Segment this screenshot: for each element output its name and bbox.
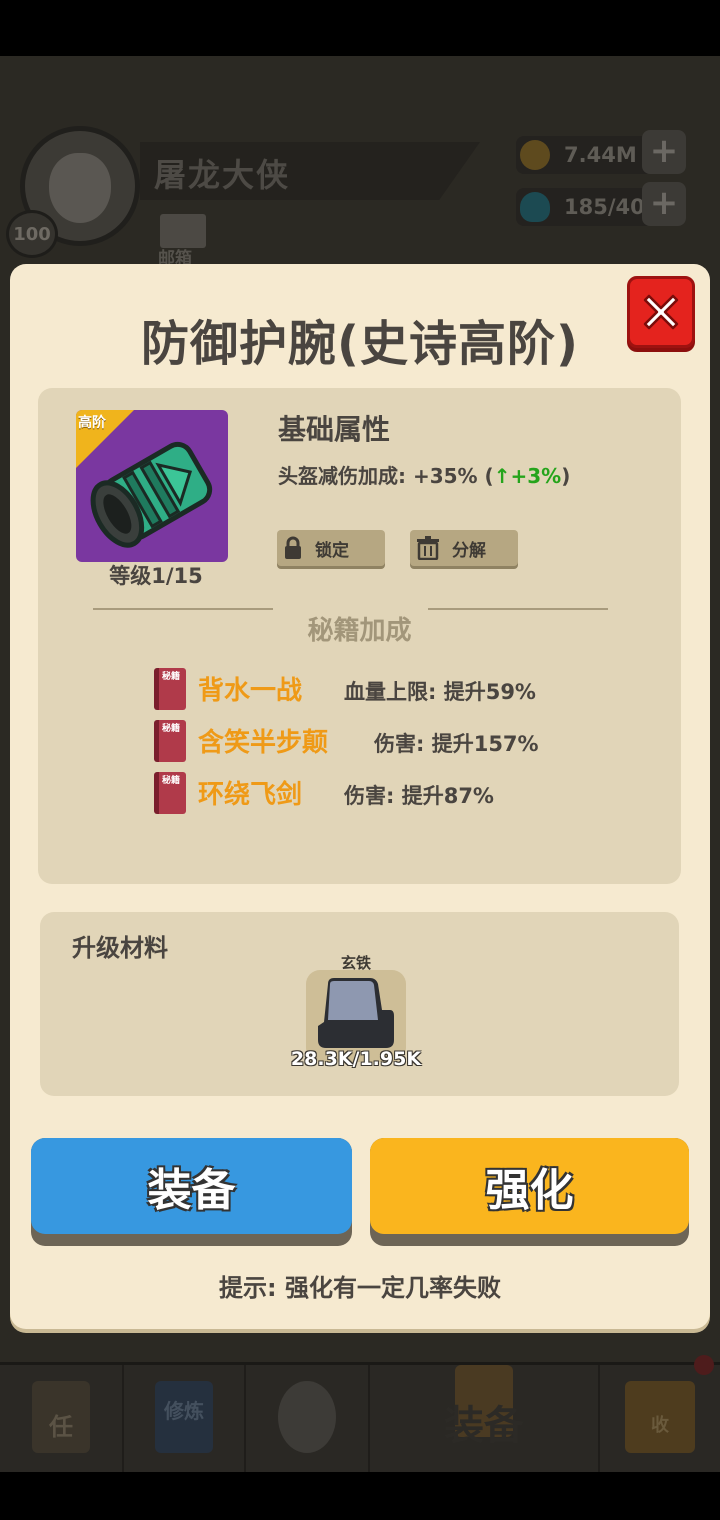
coin-icon	[520, 140, 550, 170]
manual-name: 背水一战	[198, 676, 303, 706]
player-level-badge: 100	[6, 210, 58, 258]
add-coins-button[interactable]: +	[642, 130, 686, 174]
gem-icon	[520, 192, 550, 222]
player-name: 屠龙大侠	[154, 156, 291, 194]
upgrade-label: 强化	[370, 1138, 689, 1234]
close-button[interactable]	[627, 276, 695, 348]
notification-badge	[694, 1355, 714, 1375]
manual-book-icon: 秘籍	[154, 720, 186, 762]
hint-text: 提示: 强化有一定几率失败	[219, 1274, 501, 1302]
nav-tab-quest[interactable]: 任	[0, 1365, 124, 1475]
item-info-panel: 高阶 等级1/15 基础属性 头盔减伤加成: +35% (↑+3%) 锁定 分解	[38, 388, 681, 884]
mail-icon[interactable]	[160, 214, 206, 248]
bottom-nav: 任 修炼 装备 收	[0, 1355, 720, 1475]
item-level: 等级1/15	[109, 564, 203, 588]
equipment-detail-dialog: 防御护腕(史诗高阶) 高阶 等级1/15 基础属性 头盔减伤加成: +35% (…	[10, 264, 710, 1329]
nav-label-quest: 任	[49, 1413, 73, 1441]
manual-name: 环绕飞剑	[198, 780, 303, 810]
close-icon	[643, 294, 679, 330]
status-bar-area	[0, 0, 720, 56]
mask-face-icon	[49, 153, 111, 223]
materials-heading: 升级材料	[72, 934, 168, 962]
trash-icon	[417, 536, 439, 560]
equip-button[interactable]: 装备	[31, 1138, 352, 1246]
nav-tab-collect[interactable]: 收	[600, 1355, 720, 1475]
attribute-bonus: +3%	[510, 464, 562, 488]
dialog-title: 防御护腕(史诗高阶)	[141, 316, 579, 372]
upgrade-materials-panel: 升级材料 玄铁 28.3K/1.95K	[40, 912, 679, 1096]
upgrade-button[interactable]: 强化	[370, 1138, 689, 1246]
manual-effect: 血量上限: 提升59%	[344, 680, 536, 704]
manual-effect: 伤害: 提升157%	[374, 732, 539, 756]
gem-value: 185/40	[564, 195, 645, 219]
nav-label-equipment: 装备	[444, 1403, 524, 1449]
manual-name: 含笑半步颠	[198, 728, 329, 758]
manual-book-icon: 秘籍	[154, 668, 186, 710]
arrow-up-icon: ↑	[493, 464, 511, 488]
coin-value: 7.44M	[564, 143, 637, 167]
nav-tab-equipment[interactable]: 装备	[370, 1365, 600, 1475]
tier-label: 高阶	[78, 415, 106, 431]
system-nav-area	[0, 1472, 720, 1520]
nav-label-collect: 收	[651, 1415, 669, 1436]
manual-effect: 伤害: 提升87%	[344, 784, 494, 808]
base-attributes-heading: 基础属性	[278, 413, 391, 446]
decompose-label: 分解	[452, 540, 486, 561]
lock-button[interactable]: 锁定	[277, 530, 385, 566]
nav-tab-battle[interactable]	[246, 1365, 370, 1475]
add-gems-button[interactable]: +	[642, 182, 686, 226]
attribute-suffix: )	[561, 464, 571, 488]
equip-label: 装备	[31, 1138, 352, 1234]
lock-icon	[285, 536, 301, 559]
decompose-button[interactable]: 分解	[410, 530, 518, 566]
material-count: 28.3K/1.95K	[290, 1048, 422, 1070]
item-icon-frame[interactable]: 高阶	[76, 410, 228, 562]
manual-book-icon: 秘籍	[154, 772, 186, 814]
attribute-text: 头盔减伤加成: +35% (	[278, 464, 494, 488]
nav-tab-cultivate[interactable]: 修炼	[124, 1365, 246, 1475]
lock-label: 锁定	[315, 540, 349, 561]
gem-counter: 185/40 +	[516, 182, 686, 226]
nav-label-cultivate: 修炼	[164, 1399, 204, 1423]
crossed-swords-icon	[278, 1381, 336, 1453]
coin-counter: 7.44M +	[516, 130, 686, 174]
base-attribute-line: 头盔减伤加成: +35% (↑+3%)	[278, 460, 570, 489]
manual-section-title: 秘籍加成	[307, 616, 412, 646]
